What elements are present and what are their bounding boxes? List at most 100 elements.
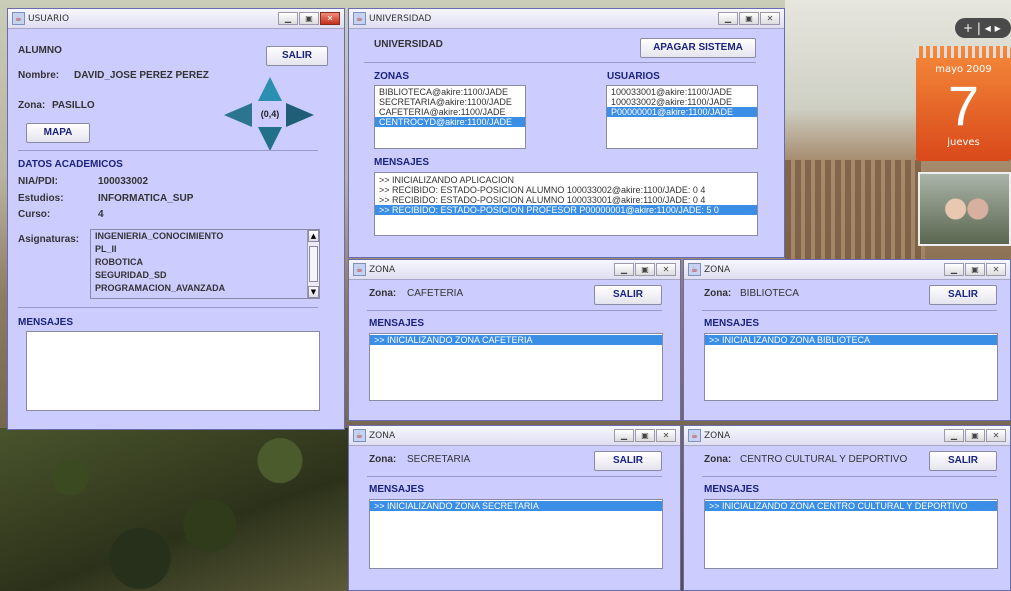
photo-gadget[interactable] bbox=[918, 172, 1011, 246]
list-item[interactable]: >> INICIALIZANDO ZONA SECRETARIA bbox=[370, 501, 662, 511]
calendar-gadget[interactable]: mayo 2009 7 jueves bbox=[916, 46, 1011, 161]
salir-button[interactable]: SALIR bbox=[929, 285, 997, 305]
list-item[interactable]: >> INICIALIZANDO ZONA CAFETERIA bbox=[370, 335, 662, 345]
java-icon: ☕ bbox=[353, 12, 366, 25]
list-item[interactable]: PL_II bbox=[91, 243, 319, 256]
zona-titlebar[interactable]: ☕ ZONA ▁ ▣ ✕ bbox=[684, 426, 1010, 446]
zona-window-centro-cultural: ☕ ZONA ▁ ▣ ✕ Zona: CENTRO CULTURAL Y DEP… bbox=[683, 425, 1011, 591]
mensajes-area[interactable] bbox=[26, 331, 320, 411]
mapa-button[interactable]: MAPA bbox=[26, 123, 90, 143]
close-icon[interactable]: ✕ bbox=[656, 429, 676, 442]
salir-button[interactable]: SALIR bbox=[266, 46, 328, 66]
zona-label: Zona: bbox=[18, 100, 46, 111]
scroll-thumb[interactable] bbox=[309, 246, 318, 282]
list-item[interactable]: >> INICIALIZANDO APLICACION bbox=[375, 175, 757, 185]
mensajes-label: MENSAJES bbox=[374, 157, 430, 168]
divider bbox=[18, 307, 318, 308]
asignaturas-label: Asignaturas: bbox=[18, 234, 80, 245]
minimize-icon[interactable]: ▁ bbox=[718, 12, 738, 25]
list-item[interactable]: >> RECIBIDO: ESTADO-POSICION ALUMNO 1000… bbox=[375, 185, 757, 195]
divider bbox=[702, 476, 997, 477]
close-icon[interactable]: ✕ bbox=[656, 263, 676, 276]
maximize-icon[interactable]: ▣ bbox=[965, 263, 985, 276]
divider bbox=[367, 310, 662, 311]
zona-window-biblioteca: ☕ ZONA ▁ ▣ ✕ Zona: BIBLIOTECA SALIR MENS… bbox=[683, 259, 1011, 421]
usuarios-list[interactable]: 100033001@akire:1100/JADE 100033002@akir… bbox=[606, 85, 758, 149]
list-item[interactable]: CAFETERIA@akire:1100/JADE bbox=[375, 107, 525, 117]
maximize-icon[interactable]: ▣ bbox=[739, 12, 759, 25]
universidad-mensajes-list[interactable]: >> INICIALIZANDO APLICACION >> RECIBIDO:… bbox=[374, 172, 758, 236]
zona-mensajes-list[interactable]: >> INICIALIZANDO ZONA CENTRO CULTURAL Y … bbox=[704, 499, 998, 569]
java-icon: ☕ bbox=[688, 263, 701, 276]
asignaturas-list[interactable]: INGENIERIA_CONOCIMIENTO PL_II ROBOTICA S… bbox=[90, 229, 320, 299]
zona-titlebar[interactable]: ☕ ZONA ▁ ▣ ✕ bbox=[349, 260, 680, 280]
minimize-icon[interactable]: ▁ bbox=[614, 263, 634, 276]
curso-label: Curso: bbox=[18, 209, 51, 220]
close-icon[interactable]: ✕ bbox=[986, 263, 1006, 276]
close-icon[interactable]: ✕ bbox=[760, 12, 780, 25]
zona-mensajes-list[interactable]: >> INICIALIZANDO ZONA BIBLIOTECA bbox=[704, 333, 998, 401]
list-item[interactable]: 100033001@akire:1100/JADE bbox=[607, 87, 757, 97]
zona-label: Zona: bbox=[369, 288, 397, 299]
arrow-right-icon[interactable] bbox=[286, 103, 314, 127]
list-item[interactable]: SEGURIDAD_SD bbox=[91, 269, 319, 282]
calendar-day: 7 bbox=[947, 74, 980, 137]
scroll-up-icon[interactable]: ▲ bbox=[308, 230, 319, 242]
zona-value: CAFETERIA bbox=[407, 288, 464, 299]
list-item[interactable]: ROBOTICA bbox=[91, 256, 319, 269]
divider bbox=[367, 476, 662, 477]
list-item[interactable]: BIBLIOTECA@akire:1100/JADE bbox=[375, 87, 525, 97]
zona-titlebar[interactable]: ☕ ZONA ▁ ▣ ✕ bbox=[349, 426, 680, 446]
window-title: USUARIO bbox=[28, 14, 70, 24]
minimize-icon[interactable]: ▁ bbox=[614, 429, 634, 442]
wallpaper-trees bbox=[0, 428, 350, 591]
list-item[interactable]: >> RECIBIDO: ESTADO-POSICION ALUMNO 1000… bbox=[375, 195, 757, 205]
close-icon[interactable]: ✕ bbox=[986, 429, 1006, 442]
maximize-icon[interactable]: ▣ bbox=[299, 12, 319, 25]
maximize-icon[interactable]: ▣ bbox=[965, 429, 985, 442]
asignaturas-scrollbar[interactable]: ▲ ▼ bbox=[307, 230, 319, 298]
salir-button[interactable]: SALIR bbox=[594, 285, 662, 305]
scroll-down-icon[interactable]: ▼ bbox=[308, 286, 319, 298]
minimize-icon[interactable]: ▁ bbox=[944, 263, 964, 276]
list-item[interactable]: SECRETARIA@akire:1100/JADE bbox=[375, 97, 525, 107]
usuario-titlebar[interactable]: ☕ USUARIO ▁ ▣ ✕ bbox=[8, 9, 344, 29]
arrow-down-icon[interactable] bbox=[258, 127, 282, 151]
list-item[interactable]: >> RECIBIDO: ESTADO-POSICION PROFESOR P0… bbox=[375, 205, 757, 215]
arrow-left-icon[interactable] bbox=[224, 103, 252, 127]
divider bbox=[702, 310, 997, 311]
zona-mensajes-list[interactable]: >> INICIALIZANDO ZONA CAFETERIA bbox=[369, 333, 663, 401]
nombre-label: Nombre: bbox=[18, 70, 60, 81]
list-item[interactable]: >> INICIALIZANDO ZONA BIBLIOTECA bbox=[705, 335, 997, 345]
list-item[interactable]: P00000001@akire:1100/JADE bbox=[607, 107, 757, 117]
close-icon[interactable]: ✕ bbox=[320, 12, 340, 25]
salir-button[interactable]: SALIR bbox=[594, 451, 662, 471]
java-icon: ☕ bbox=[353, 429, 366, 442]
zona-label: Zona: bbox=[369, 454, 397, 465]
apagar-sistema-button[interactable]: APAGAR SISTEMA bbox=[640, 38, 756, 58]
maximize-icon[interactable]: ▣ bbox=[635, 429, 655, 442]
arrow-up-icon[interactable] bbox=[258, 77, 282, 101]
list-item[interactable]: INGENIERIA_CONOCIMIENTO bbox=[91, 230, 319, 243]
list-item[interactable]: PROGRAMACION_AVANZADA bbox=[91, 282, 319, 295]
calendar-weekday: jueves bbox=[947, 137, 980, 148]
datos-academicos-title: DATOS ACADEMICOS bbox=[18, 159, 123, 170]
minimize-icon[interactable]: ▁ bbox=[944, 429, 964, 442]
salir-button[interactable]: SALIR bbox=[929, 451, 997, 471]
list-item[interactable]: CENTROCYD@akire:1100/JADE bbox=[375, 117, 525, 127]
zona-mensajes-list[interactable]: >> INICIALIZANDO ZONA SECRETARIA bbox=[369, 499, 663, 569]
gadget-controls[interactable]: + | ◂ ▸ bbox=[955, 18, 1011, 38]
mensajes-label: MENSAJES bbox=[18, 317, 74, 328]
zonas-list[interactable]: BIBLIOTECA@akire:1100/JADE SECRETARIA@ak… bbox=[374, 85, 526, 149]
java-icon: ☕ bbox=[12, 12, 25, 25]
nia-value: 100033002 bbox=[98, 176, 149, 187]
list-item[interactable]: >> INICIALIZANDO ZONA CENTRO CULTURAL Y … bbox=[705, 501, 997, 511]
list-item[interactable]: 100033002@akire:1100/JADE bbox=[607, 97, 757, 107]
maximize-icon[interactable]: ▣ bbox=[635, 263, 655, 276]
mensajes-label: MENSAJES bbox=[704, 318, 760, 329]
direction-pad: (0,4) bbox=[224, 77, 316, 153]
minimize-icon[interactable]: ▁ bbox=[278, 12, 298, 25]
universidad-titlebar[interactable]: ☕ UNIVERSIDAD ▁ ▣ ✕ bbox=[349, 9, 784, 29]
zona-titlebar[interactable]: ☕ ZONA ▁ ▣ ✕ bbox=[684, 260, 1010, 280]
position-coordinates: (0,4) bbox=[260, 109, 280, 119]
